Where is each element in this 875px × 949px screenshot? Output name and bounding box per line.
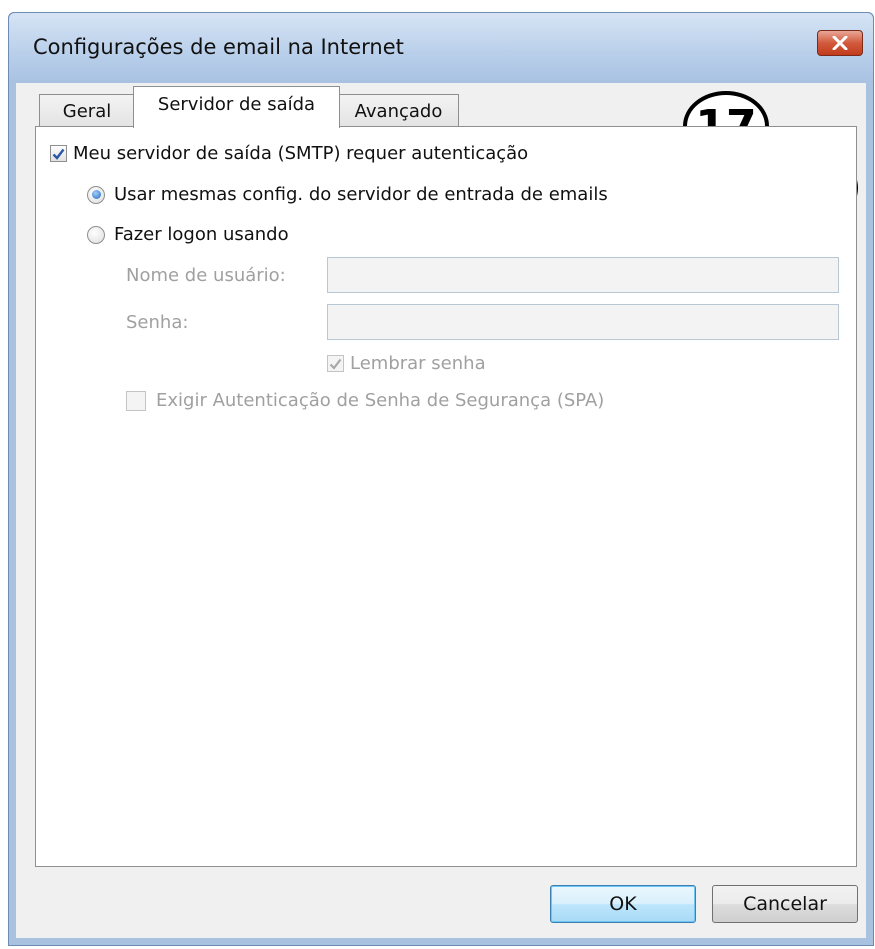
username-field[interactable] <box>327 257 839 293</box>
tab-panel: Meu servidor de saída (SMTP) requer aute… <box>35 126 857 867</box>
dialog-client: Geral Servidor de saída Avançado Meu ser… <box>16 83 866 938</box>
tab-label: Servidor de saída <box>157 94 316 115</box>
close-button[interactable] <box>817 30 863 56</box>
remember-password-checkbox[interactable] <box>327 355 344 372</box>
spa-checkbox[interactable] <box>126 390 146 411</box>
check-icon <box>329 358 342 370</box>
password-label: Senha: <box>126 312 189 333</box>
tab-advanced[interactable]: Avançado <box>338 94 459 128</box>
close-icon <box>832 36 848 50</box>
radio-selected-dot <box>91 190 101 199</box>
cancel-label: Cancelar <box>743 893 827 915</box>
password-label-row: Senha: <box>126 312 188 333</box>
username-label: Nome de usuário: <box>126 265 286 286</box>
smtp-auth-checkbox-row[interactable]: Meu servidor de saída (SMTP) requer aute… <box>50 143 528 164</box>
spa-checkbox-row[interactable]: Exigir Autenticação de Senha de Seguranç… <box>126 390 604 411</box>
username-label-row: Nome de usuário: <box>126 265 286 286</box>
logon-using-label: Fazer logon usando <box>114 224 289 245</box>
password-field[interactable] <box>327 304 839 340</box>
tab-outgoing-server[interactable]: Servidor de saída <box>133 86 340 128</box>
cancel-button[interactable]: Cancelar <box>712 885 858 923</box>
logon-using-radio[interactable] <box>87 225 105 244</box>
smtp-auth-checkbox[interactable] <box>50 145 67 162</box>
title-bar: Configurações de email na Internet <box>9 13 873 81</box>
logon-using-radio-row[interactable]: Fazer logon usando <box>87 224 289 245</box>
use-same-settings-radio[interactable] <box>87 185 105 204</box>
tab-label: Geral <box>62 101 112 122</box>
use-same-settings-label: Usar mesmas config. do servidor de entra… <box>114 184 608 205</box>
tab-label: Avançado <box>354 101 443 122</box>
spa-label: Exigir Autenticação de Senha de Seguranç… <box>156 390 605 411</box>
dialog-window: Configurações de email na Internet Geral… <box>8 12 874 946</box>
ok-button[interactable]: OK <box>550 885 696 923</box>
window-title: Configurações de email na Internet <box>33 35 404 59</box>
ok-label: OK <box>609 893 637 915</box>
tab-general[interactable]: Geral <box>39 94 135 128</box>
check-icon <box>52 148 65 160</box>
remember-password-label: Lembrar senha <box>350 353 486 374</box>
use-same-settings-radio-row[interactable]: Usar mesmas config. do servidor de entra… <box>87 184 608 205</box>
smtp-auth-label: Meu servidor de saída (SMTP) requer aute… <box>73 143 529 164</box>
remember-password-row[interactable]: Lembrar senha <box>327 353 486 374</box>
